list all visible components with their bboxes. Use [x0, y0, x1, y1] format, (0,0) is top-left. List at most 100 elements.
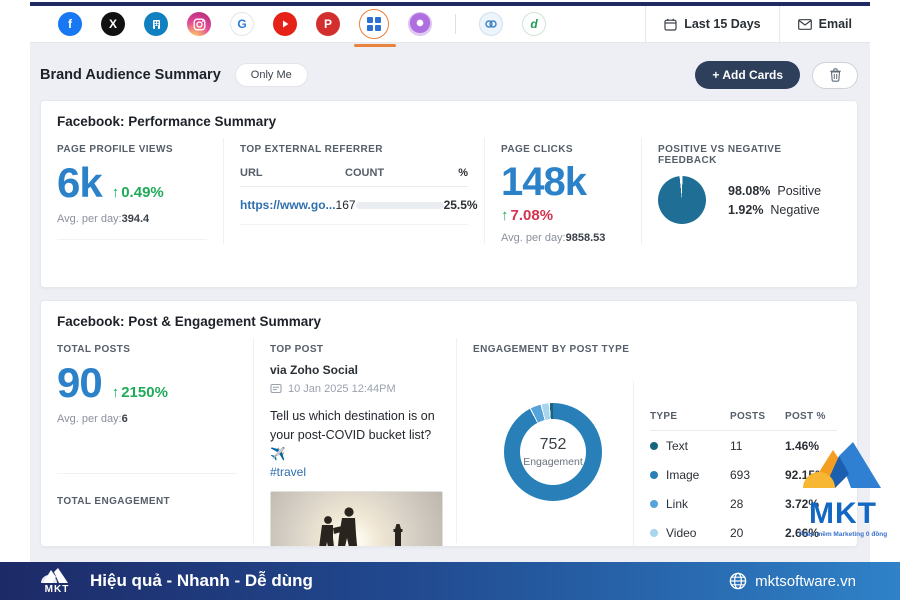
performance-card-title: Facebook: Performance Summary: [41, 101, 857, 138]
donut-total-label: Engagement: [523, 456, 583, 468]
referrer-label: TOP EXTERNAL REFERRER: [240, 144, 468, 155]
youtube-icon[interactable]: [273, 12, 297, 36]
post-image[interactable]: [270, 491, 443, 547]
pinterest-icon[interactable]: P: [316, 12, 340, 36]
page-clicks-value: 148k: [501, 161, 625, 203]
col-url: URL: [240, 167, 345, 179]
up-arrow-icon: ↑: [112, 184, 120, 201]
feedback-pie-chart: [658, 176, 706, 224]
post-hashtag-link[interactable]: #travel: [270, 465, 306, 479]
mkt-logo-icon: [795, 440, 891, 498]
delete-button[interactable]: [812, 62, 858, 89]
grid-squares: [367, 17, 381, 31]
profile-views-avg: Avg. per day:394.4: [57, 213, 207, 225]
post-note-icon: [270, 383, 282, 395]
total-posts-label: TOTAL POSTS: [57, 344, 237, 355]
profile-views-value: 6k: [57, 161, 102, 205]
date-range-button[interactable]: Last 15 Days: [645, 6, 778, 42]
col-percent: %: [422, 167, 468, 179]
profile-views-label: PAGE PROFILE VIEWS: [57, 144, 207, 155]
email-label: Email: [819, 17, 852, 31]
summary-header: Brand Audience Summary Only Me + Add Car…: [40, 60, 858, 90]
trash-icon: [829, 68, 842, 82]
email-icon: [798, 19, 812, 30]
up-arrow-icon: ↑: [501, 207, 509, 224]
total-posts-value: 90: [57, 361, 102, 405]
calendar-icon: [664, 18, 677, 31]
section-divider: [57, 473, 237, 474]
add-cards-button[interactable]: + Add Cards: [695, 61, 800, 89]
footer-logo-icon: [40, 567, 74, 584]
legend-dot-text: [650, 442, 658, 450]
referrer-percent: 25.5%: [444, 198, 478, 212]
page-title: Brand Audience Summary: [40, 67, 221, 83]
referrer-table-row: https://www.go... 167 25.5%: [240, 187, 468, 225]
footer-tagline: Hiệu quả - Nhanh - Dễ dùng: [90, 571, 313, 591]
engagement-table-header: TYPE POSTS POST %: [650, 411, 837, 431]
x-twitter-icon[interactable]: X: [101, 12, 125, 36]
network-toolbar: f X G P d Last 15 Days Email: [30, 6, 870, 43]
legend-dot-video: [650, 529, 658, 537]
legend-dot-image: [650, 471, 658, 479]
post-engagement-card: Facebook: Post & Engagement Summary TOTA…: [40, 300, 858, 547]
feedback-legend: 98.08% Positive 1.92% Negative: [728, 179, 821, 222]
section-divider: [57, 239, 207, 240]
total-posts-section: TOTAL POSTS 90 ↑2150% Avg. per day:6 TOT…: [41, 338, 253, 543]
total-engagement-label: TOTAL ENGAGEMENT: [57, 496, 237, 507]
profile-views-change: ↑0.49%: [112, 184, 164, 201]
feedback-label: POSITIVE VS NEGATIVE FEEDBACK: [658, 144, 841, 166]
top-external-referrer-section: TOP EXTERNAL REFERRER URL COUNT % https:…: [223, 138, 484, 244]
footer-left: MKT Hiệu quả - Nhanh - Dễ dùng: [0, 567, 313, 595]
page-profile-views-section: PAGE PROFILE VIEWS 6k ↑0.49% Avg. per da…: [41, 138, 223, 244]
engagement-by-type-label: ENGAGEMENT BY POST TYPE: [473, 344, 841, 355]
watermark-brand: MKT: [792, 499, 894, 529]
referrer-url-link[interactable]: https://www.go...: [240, 198, 336, 212]
donut-total-value: 752: [540, 436, 567, 454]
referrer-progress-bar: [356, 202, 444, 209]
post-source: via Zoho Social: [270, 363, 440, 377]
selected-network-underline: [354, 44, 396, 47]
mastodon-icon[interactable]: [408, 12, 432, 36]
top-post-label: TOP POST: [270, 344, 440, 355]
col-post-percent: POST %: [785, 411, 837, 422]
donut-center: 752 Engagement: [504, 403, 602, 501]
post-date: 10 Jan 2025 12:44PM: [270, 383, 440, 395]
page-clicks-section: PAGE CLICKS 148k ↑7.08% Avg. per day:985…: [484, 138, 641, 244]
visibility-pill[interactable]: Only Me: [235, 63, 308, 87]
total-posts-change: ↑2150%: [112, 384, 168, 401]
post-text: Tell us which destination is on your pos…: [270, 407, 440, 463]
referrer-count: 167: [336, 198, 356, 212]
link-chain-icon[interactable]: [479, 12, 503, 36]
page-clicks-avg: Avg. per day:9858.53: [501, 232, 625, 244]
mkt-watermark-logo: MKT Phần mềm Marketing 0 đồng: [792, 440, 894, 538]
footer-website-link[interactable]: mktsoftware.vn: [729, 572, 900, 590]
col-type: TYPE: [650, 411, 730, 422]
apps-grid-icon-selected[interactable]: [359, 9, 389, 39]
instagram-icon[interactable]: [187, 12, 211, 36]
footer-brand: MKT: [45, 585, 70, 595]
summary-actions: + Add Cards: [695, 61, 858, 89]
engagement-donut-chart: 752 Engagement: [504, 403, 602, 501]
globe-icon: [729, 572, 747, 590]
up-arrow-icon: ↑: [112, 384, 120, 401]
dailymotion-icon[interactable]: d: [522, 12, 546, 36]
referrer-table-header: URL COUNT %: [240, 161, 468, 187]
col-count: COUNT: [345, 167, 397, 179]
feedback-negative: 1.92% Negative: [728, 203, 821, 217]
toolbar-divider: [455, 14, 456, 34]
google-icon[interactable]: G: [230, 12, 254, 36]
top-post-section: TOP POST via Zoho Social 10 Jan 2025 12:…: [253, 338, 456, 543]
total-posts-avg: Avg. per day:6: [57, 413, 237, 425]
performance-summary-card: Facebook: Performance Summary PAGE PROFI…: [40, 100, 858, 288]
footer-bar: MKT Hiệu quả - Nhanh - Dễ dùng mktsoftwa…: [0, 562, 900, 600]
date-range-label: Last 15 Days: [684, 17, 760, 31]
feedback-section: POSITIVE VS NEGATIVE FEEDBACK 98.08% Pos…: [641, 138, 857, 244]
watermark-subtitle: Phần mềm Marketing 0 đồng: [792, 531, 894, 538]
google-business-icon[interactable]: [144, 12, 168, 36]
footer-mkt-logo: MKT: [40, 567, 74, 595]
feedback-positive: 98.08% Positive: [728, 184, 821, 198]
facebook-icon[interactable]: f: [58, 12, 82, 36]
footer-website: mktsoftware.vn: [755, 573, 856, 590]
email-button[interactable]: Email: [779, 6, 870, 42]
legend-dot-link: [650, 500, 658, 508]
